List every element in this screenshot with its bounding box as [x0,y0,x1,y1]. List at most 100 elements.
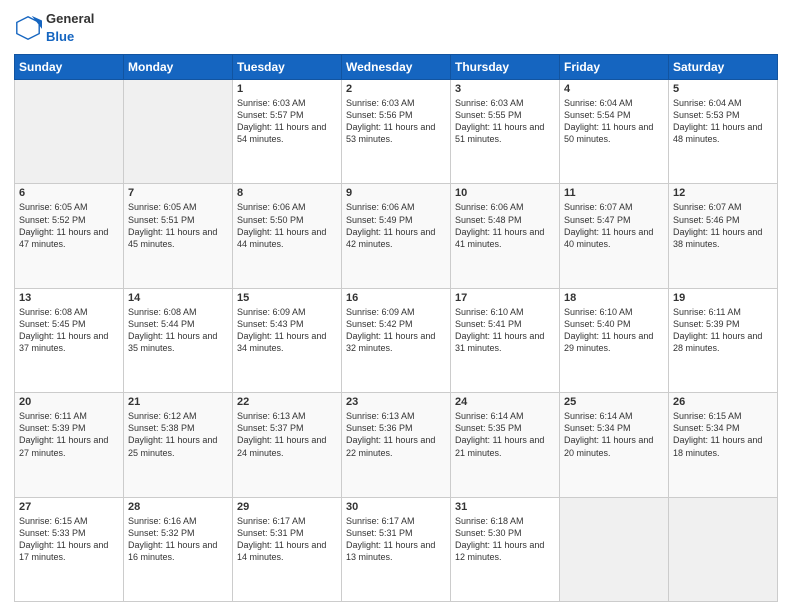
day-number: 27 [19,501,119,513]
calendar-cell: 2 Sunrise: 6:03 AM Sunset: 5:56 PM Daylig… [342,80,451,184]
day-number: 4 [564,83,664,95]
calendar-header-friday: Friday [560,55,669,80]
day-number: 11 [564,187,664,199]
day-number: 13 [19,292,119,304]
calendar-cell: 10 Sunrise: 6:06 AM Sunset: 5:48 PM Dayli… [451,184,560,288]
day-info: Sunrise: 6:07 AM Sunset: 5:47 PM Dayligh… [564,201,664,250]
day-info: Sunrise: 6:15 AM Sunset: 5:33 PM Dayligh… [19,515,119,564]
calendar-cell: 11 Sunrise: 6:07 AM Sunset: 5:47 PM Dayli… [560,184,669,288]
day-number: 18 [564,292,664,304]
day-number: 2 [346,83,446,95]
calendar-header-tuesday: Tuesday [233,55,342,80]
day-info: Sunrise: 6:08 AM Sunset: 5:44 PM Dayligh… [128,306,228,355]
calendar-cell: 21 Sunrise: 6:12 AM Sunset: 5:38 PM Dayli… [124,393,233,497]
calendar-week-row: 27 Sunrise: 6:15 AM Sunset: 5:33 PM Dayli… [15,497,778,601]
calendar-cell: 5 Sunrise: 6:04 AM Sunset: 5:53 PM Daylig… [669,80,778,184]
calendar-week-row: 13 Sunrise: 6:08 AM Sunset: 5:45 PM Dayli… [15,288,778,392]
day-info: Sunrise: 6:06 AM Sunset: 5:50 PM Dayligh… [237,201,337,250]
calendar-cell: 24Sunrise: 6:14 AM Sunset: 5:35 PM Dayli… [451,393,560,497]
calendar-week-row: 6 Sunrise: 6:05 AM Sunset: 5:52 PM Daylig… [15,184,778,288]
day-number: 10 [455,187,555,199]
calendar-table: SundayMondayTuesdayWednesdayThursdayFrid… [14,54,778,602]
day-number: 7 [128,187,228,199]
calendar-cell: 14 Sunrise: 6:08 AM Sunset: 5:44 PM Dayli… [124,288,233,392]
calendar-cell [560,497,669,601]
page: General Blue SundayMondayTuesdayWednesda… [0,0,792,612]
day-number: 5 [673,83,773,95]
calendar-cell: 8Sunrise: 6:06 AM Sunset: 5:50 PM Daylig… [233,184,342,288]
day-number: 17 [455,292,555,304]
day-number: 3 [455,83,555,95]
day-info: Sunrise: 6:03 AM Sunset: 5:57 PM Dayligh… [237,97,337,146]
day-info: Sunrise: 6:07 AM Sunset: 5:46 PM Dayligh… [673,201,773,250]
calendar-cell: 19 Sunrise: 6:11 AM Sunset: 5:39 PM Dayli… [669,288,778,392]
day-info: Sunrise: 6:04 AM Sunset: 5:53 PM Dayligh… [673,97,773,146]
calendar-cell: 3 Sunrise: 6:03 AM Sunset: 5:55 PM Daylig… [451,80,560,184]
day-info: Sunrise: 6:17 AM Sunset: 5:31 PM Dayligh… [346,515,446,564]
calendar-header-wednesday: Wednesday [342,55,451,80]
day-info: Sunrise: 6:11 AM Sunset: 5:39 PM Dayligh… [19,410,119,459]
day-info: Sunrise: 6:03 AM Sunset: 5:56 PM Dayligh… [346,97,446,146]
calendar-cell: 15 Sunrise: 6:09 AM Sunset: 5:43 PM Dayli… [233,288,342,392]
day-info: Sunrise: 6:13 AM Sunset: 5:36 PM Dayligh… [346,410,446,459]
day-number: 1 [237,83,337,95]
calendar-cell: 20Sunrise: 6:11 AM Sunset: 5:39 PM Dayli… [15,393,124,497]
calendar-cell: 27 Sunrise: 6:15 AM Sunset: 5:33 PM Dayli… [15,497,124,601]
day-info: Sunrise: 6:11 AM Sunset: 5:39 PM Dayligh… [673,306,773,355]
day-info: Sunrise: 6:05 AM Sunset: 5:51 PM Dayligh… [128,201,228,250]
calendar-header-sunday: Sunday [15,55,124,80]
calendar-cell: 6 Sunrise: 6:05 AM Sunset: 5:52 PM Daylig… [15,184,124,288]
day-number: 22 [237,396,337,408]
day-info: Sunrise: 6:06 AM Sunset: 5:48 PM Dayligh… [455,201,555,250]
calendar-cell: 17Sunrise: 6:10 AM Sunset: 5:41 PM Dayli… [451,288,560,392]
logo-text: General Blue [46,10,94,46]
day-number: 19 [673,292,773,304]
day-number: 12 [673,187,773,199]
day-number: 16 [346,292,446,304]
calendar-week-row: 20Sunrise: 6:11 AM Sunset: 5:39 PM Dayli… [15,393,778,497]
day-number: 9 [346,187,446,199]
day-info: Sunrise: 6:13 AM Sunset: 5:37 PM Dayligh… [237,410,337,459]
day-info: Sunrise: 6:17 AM Sunset: 5:31 PM Dayligh… [237,515,337,564]
day-info: Sunrise: 6:18 AM Sunset: 5:30 PM Dayligh… [455,515,555,564]
day-number: 29 [237,501,337,513]
calendar-header-monday: Monday [124,55,233,80]
day-info: Sunrise: 6:08 AM Sunset: 5:45 PM Dayligh… [19,306,119,355]
day-number: 24 [455,396,555,408]
day-info: Sunrise: 6:15 AM Sunset: 5:34 PM Dayligh… [673,410,773,459]
calendar-cell: 22 Sunrise: 6:13 AM Sunset: 5:37 PM Dayli… [233,393,342,497]
day-info: Sunrise: 6:09 AM Sunset: 5:43 PM Dayligh… [237,306,337,355]
calendar-cell: 23 Sunrise: 6:13 AM Sunset: 5:36 PM Dayli… [342,393,451,497]
calendar-cell: 16Sunrise: 6:09 AM Sunset: 5:42 PM Dayli… [342,288,451,392]
calendar-cell: 18 Sunrise: 6:10 AM Sunset: 5:40 PM Dayli… [560,288,669,392]
day-number: 14 [128,292,228,304]
day-info: Sunrise: 6:04 AM Sunset: 5:54 PM Dayligh… [564,97,664,146]
logo-icon [14,14,42,42]
calendar-cell: 13 Sunrise: 6:08 AM Sunset: 5:45 PM Dayli… [15,288,124,392]
day-info: Sunrise: 6:10 AM Sunset: 5:40 PM Dayligh… [564,306,664,355]
day-info: Sunrise: 6:05 AM Sunset: 5:52 PM Dayligh… [19,201,119,250]
calendar-cell: 12 Sunrise: 6:07 AM Sunset: 5:46 PM Dayli… [669,184,778,288]
day-number: 6 [19,187,119,199]
day-info: Sunrise: 6:12 AM Sunset: 5:38 PM Dayligh… [128,410,228,459]
calendar-cell [124,80,233,184]
day-info: Sunrise: 6:03 AM Sunset: 5:55 PM Dayligh… [455,97,555,146]
logo: General Blue [14,10,94,46]
calendar-cell: 30Sunrise: 6:17 AM Sunset: 5:31 PM Dayli… [342,497,451,601]
day-number: 15 [237,292,337,304]
calendar-cell: 4 Sunrise: 6:04 AM Sunset: 5:54 PM Daylig… [560,80,669,184]
calendar-header-thursday: Thursday [451,55,560,80]
calendar-cell: 26 Sunrise: 6:15 AM Sunset: 5:34 PM Dayli… [669,393,778,497]
day-info: Sunrise: 6:16 AM Sunset: 5:32 PM Dayligh… [128,515,228,564]
day-number: 25 [564,396,664,408]
day-number: 26 [673,396,773,408]
calendar-cell: 25 Sunrise: 6:14 AM Sunset: 5:34 PM Dayli… [560,393,669,497]
day-number: 21 [128,396,228,408]
day-info: Sunrise: 6:06 AM Sunset: 5:49 PM Dayligh… [346,201,446,250]
calendar-cell [669,497,778,601]
calendar-cell: 29 Sunrise: 6:17 AM Sunset: 5:31 PM Dayli… [233,497,342,601]
day-info: Sunrise: 6:14 AM Sunset: 5:34 PM Dayligh… [564,410,664,459]
day-number: 23 [346,396,446,408]
header: General Blue [14,10,778,46]
calendar-cell: 7 Sunrise: 6:05 AM Sunset: 5:51 PM Daylig… [124,184,233,288]
